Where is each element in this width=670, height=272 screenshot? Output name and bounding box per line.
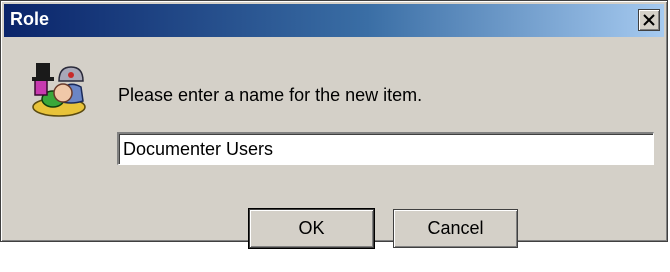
title-bar[interactable]: Role	[4, 4, 664, 37]
close-icon	[643, 14, 655, 26]
close-button[interactable]	[638, 9, 660, 31]
dialog-title: Role	[10, 9, 50, 29]
cancel-button[interactable]: Cancel	[393, 209, 518, 248]
item-name-input[interactable]	[117, 132, 654, 165]
prompt-text: Please enter a name for the new item.	[118, 85, 423, 105]
role-icon	[32, 63, 86, 117]
ok-button[interactable]: OK	[248, 208, 375, 249]
role-dialog: Role Please enter a name for the new ite…	[0, 0, 668, 249]
